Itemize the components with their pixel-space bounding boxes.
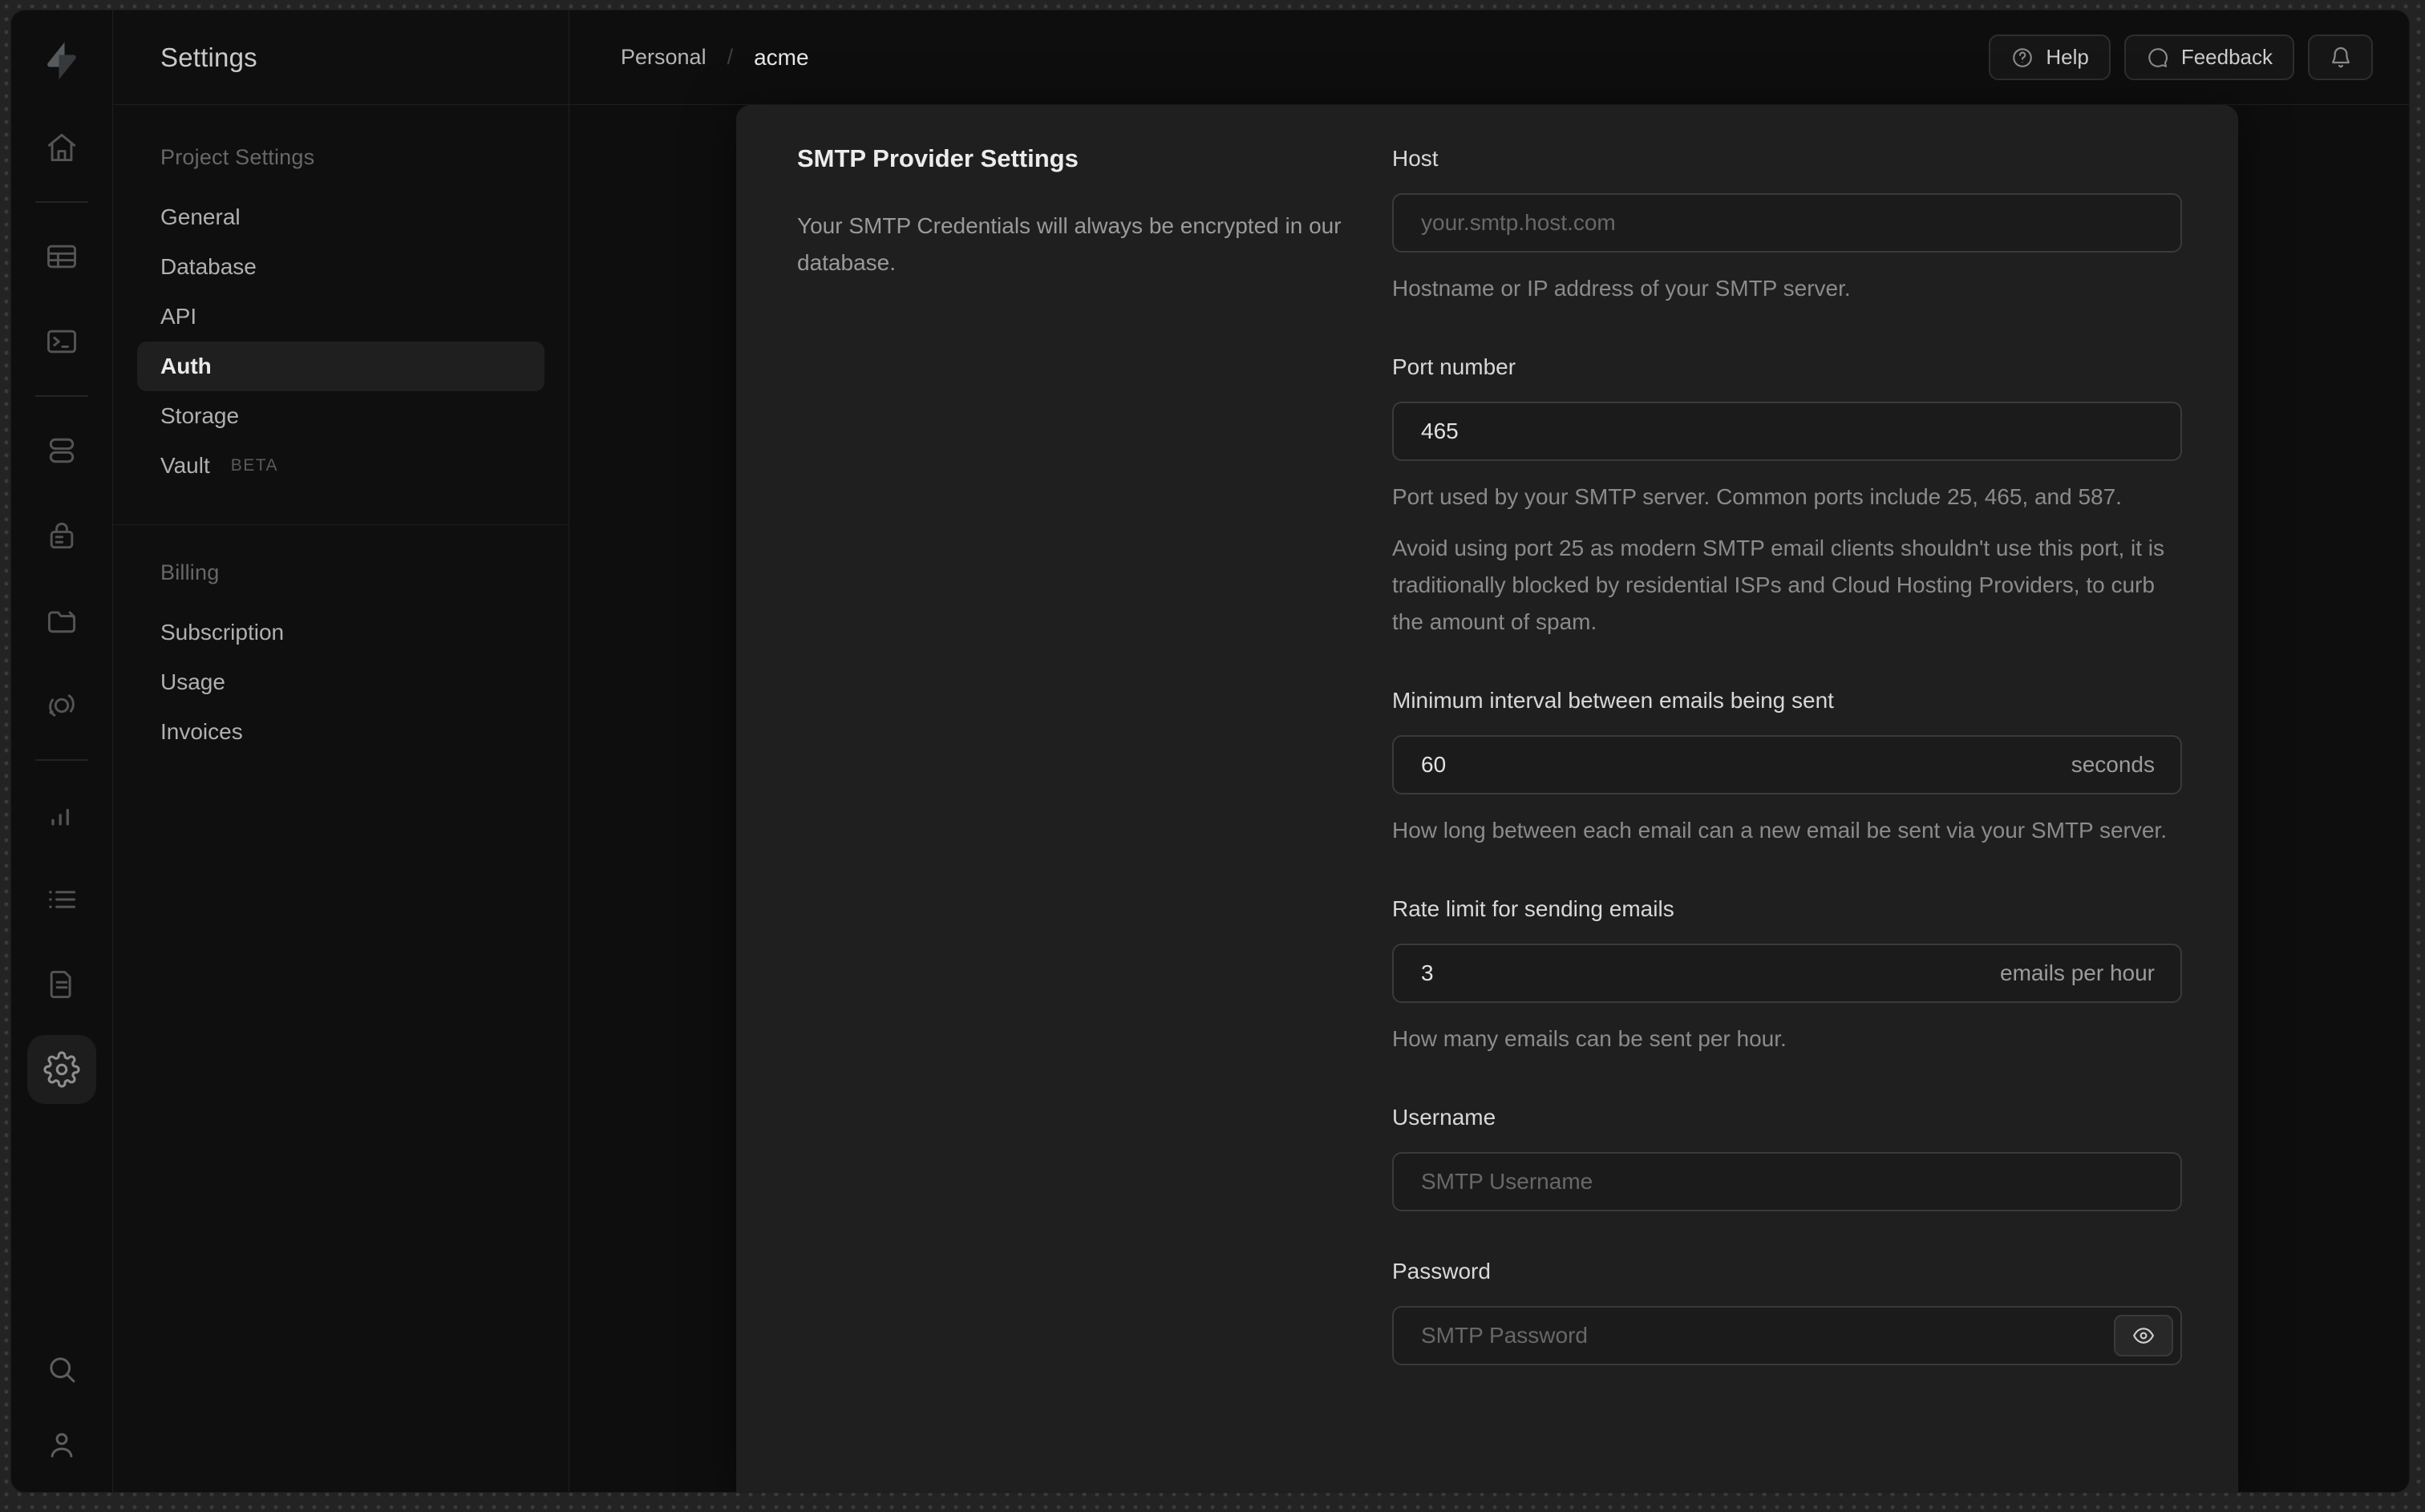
field-host: Host Hostname or IP address of your SMTP… bbox=[1392, 142, 2182, 307]
sidebar-item-storage[interactable]: Storage bbox=[137, 391, 545, 441]
chat-bubble-icon bbox=[2146, 46, 2170, 70]
port-warning: Avoid using port 25 as modern SMTP email… bbox=[1392, 536, 2165, 634]
storage-icon bbox=[47, 611, 76, 633]
table-editor-icon bbox=[47, 245, 76, 269]
auth-lock-icon bbox=[50, 522, 74, 549]
section-header-project-settings: Project Settings bbox=[160, 145, 315, 169]
password-label: Password bbox=[1392, 1259, 1491, 1284]
host-input[interactable] bbox=[1392, 193, 2182, 253]
rail-reports-button[interactable] bbox=[27, 780, 96, 849]
breadcrumb-separator: / bbox=[727, 45, 734, 69]
rail-edge-functions-button[interactable] bbox=[27, 671, 96, 740]
reports-icon bbox=[51, 808, 69, 826]
edge-functions-icon bbox=[49, 694, 75, 717]
port-input[interactable] bbox=[1392, 402, 2182, 461]
rail-divider bbox=[35, 759, 88, 761]
help-button[interactable]: Help bbox=[1989, 34, 2111, 80]
field-minimum-interval: Minimum interval between emails being se… bbox=[1392, 684, 2182, 849]
smtp-form: Host Hostname or IP address of your SMTP… bbox=[1392, 105, 2182, 1492]
username-input[interactable] bbox=[1392, 1152, 2182, 1211]
supabase-logo[interactable] bbox=[39, 38, 84, 84]
rail-database-button[interactable] bbox=[27, 416, 96, 485]
settings-sidebar: Settings Project Settings General Databa… bbox=[113, 10, 569, 1492]
host-helper: Hostname or IP address of your SMTP serv… bbox=[1392, 276, 1851, 301]
sidebar-item-database[interactable]: Database bbox=[137, 242, 545, 292]
rail-table-editor-button[interactable] bbox=[27, 222, 96, 291]
beta-badge: BETA bbox=[230, 456, 279, 475]
host-label: Host bbox=[1392, 146, 1439, 171]
logs-icon bbox=[49, 891, 76, 908]
supabase-bolt-icon bbox=[47, 41, 76, 80]
user-icon bbox=[51, 1433, 73, 1457]
toggle-password-visibility-button[interactable] bbox=[2114, 1315, 2173, 1356]
rail-divider bbox=[35, 201, 88, 203]
bell-icon bbox=[2328, 45, 2354, 71]
sidebar-header: Settings bbox=[113, 10, 569, 105]
rail-auth-button[interactable] bbox=[27, 501, 96, 570]
rail-sql-editor-button[interactable] bbox=[27, 307, 96, 376]
home-icon bbox=[47, 133, 76, 162]
breadcrumb-project[interactable]: acme bbox=[754, 45, 808, 71]
panel-title: SMTP Provider Settings bbox=[797, 144, 1079, 172]
sidebar-title: Settings bbox=[160, 42, 257, 72]
content-area: SMTP Provider Settings Your SMTP Credent… bbox=[569, 105, 2409, 1492]
rail-divider bbox=[35, 395, 88, 397]
rate-label: Rate limit for sending emails bbox=[1392, 896, 1674, 921]
sidebar-item-subscription[interactable]: Subscription bbox=[137, 608, 545, 657]
topbar-actions: Help Feedback bbox=[1989, 34, 2373, 80]
rail-logs-button[interactable] bbox=[27, 865, 96, 934]
rail-home-button[interactable] bbox=[27, 113, 96, 182]
sidebar-item-auth[interactable]: Auth bbox=[137, 342, 545, 391]
port-label: Port number bbox=[1392, 354, 1516, 379]
rail-project-settings-button[interactable] bbox=[27, 1035, 96, 1104]
app-window: Settings Project Settings General Databa… bbox=[10, 10, 2410, 1493]
section-header-billing: Billing bbox=[160, 560, 220, 584]
interval-label: Minimum interval between emails being se… bbox=[1392, 688, 1834, 713]
rail-account-button[interactable] bbox=[27, 1410, 96, 1479]
gear-icon bbox=[43, 1051, 80, 1088]
sidebar-item-invoices[interactable]: Invoices bbox=[137, 707, 545, 757]
sidebar-item-general[interactable]: General bbox=[137, 192, 545, 242]
search-icon bbox=[50, 1357, 75, 1383]
panel-description: Your SMTP Credentials will always be enc… bbox=[797, 213, 1342, 275]
rail-storage-button[interactable] bbox=[27, 586, 96, 655]
main-region: Personal / acme Help Feedback SMTP Provi… bbox=[569, 10, 2409, 1492]
breadcrumb-org[interactable]: Personal bbox=[621, 45, 706, 70]
rail-api-docs-button[interactable] bbox=[27, 950, 96, 1019]
port-helper: Port used by your SMTP server. Common po… bbox=[1392, 484, 2122, 509]
breadcrumb: Personal / acme bbox=[621, 45, 809, 71]
field-rate-limit: Rate limit for sending emails emails per… bbox=[1392, 892, 2182, 1057]
rate-helper: How many emails can be sent per hour. bbox=[1392, 1026, 1787, 1051]
username-label: Username bbox=[1392, 1105, 1496, 1130]
database-icon bbox=[49, 438, 75, 463]
panel-intro: SMTP Provider Settings Your SMTP Credent… bbox=[736, 105, 1392, 1492]
rail-search-button[interactable] bbox=[27, 1335, 96, 1404]
sidebar-item-api[interactable]: API bbox=[137, 292, 545, 342]
notifications-button[interactable] bbox=[2308, 34, 2373, 80]
smtp-settings-panel: SMTP Provider Settings Your SMTP Credent… bbox=[736, 105, 2238, 1492]
api-docs-icon bbox=[50, 970, 71, 999]
sidebar-item-usage[interactable]: Usage bbox=[137, 657, 545, 707]
topbar: Personal / acme Help Feedback bbox=[569, 10, 2409, 105]
sidebar-item-vault[interactable]: Vault BETA bbox=[137, 441, 545, 491]
interval-input[interactable] bbox=[1392, 735, 2182, 794]
field-password: Password bbox=[1392, 1255, 2182, 1365]
password-input[interactable] bbox=[1392, 1306, 2182, 1365]
sql-editor-icon bbox=[47, 329, 76, 354]
interval-helper: How long between each email can a new em… bbox=[1392, 818, 2167, 843]
eye-icon bbox=[2133, 1328, 2154, 1344]
field-username: Username bbox=[1392, 1101, 2182, 1211]
rate-input[interactable] bbox=[1392, 944, 2182, 1003]
feedback-button[interactable]: Feedback bbox=[2123, 34, 2294, 80]
sidebar-nav: Project Settings General Database API Au… bbox=[113, 105, 569, 757]
icon-rail bbox=[11, 10, 113, 1492]
field-port: Port number Port used by your SMTP serve… bbox=[1392, 350, 2182, 641]
sidebar-section-divider bbox=[113, 524, 569, 525]
help-circle-icon bbox=[2010, 46, 2034, 70]
